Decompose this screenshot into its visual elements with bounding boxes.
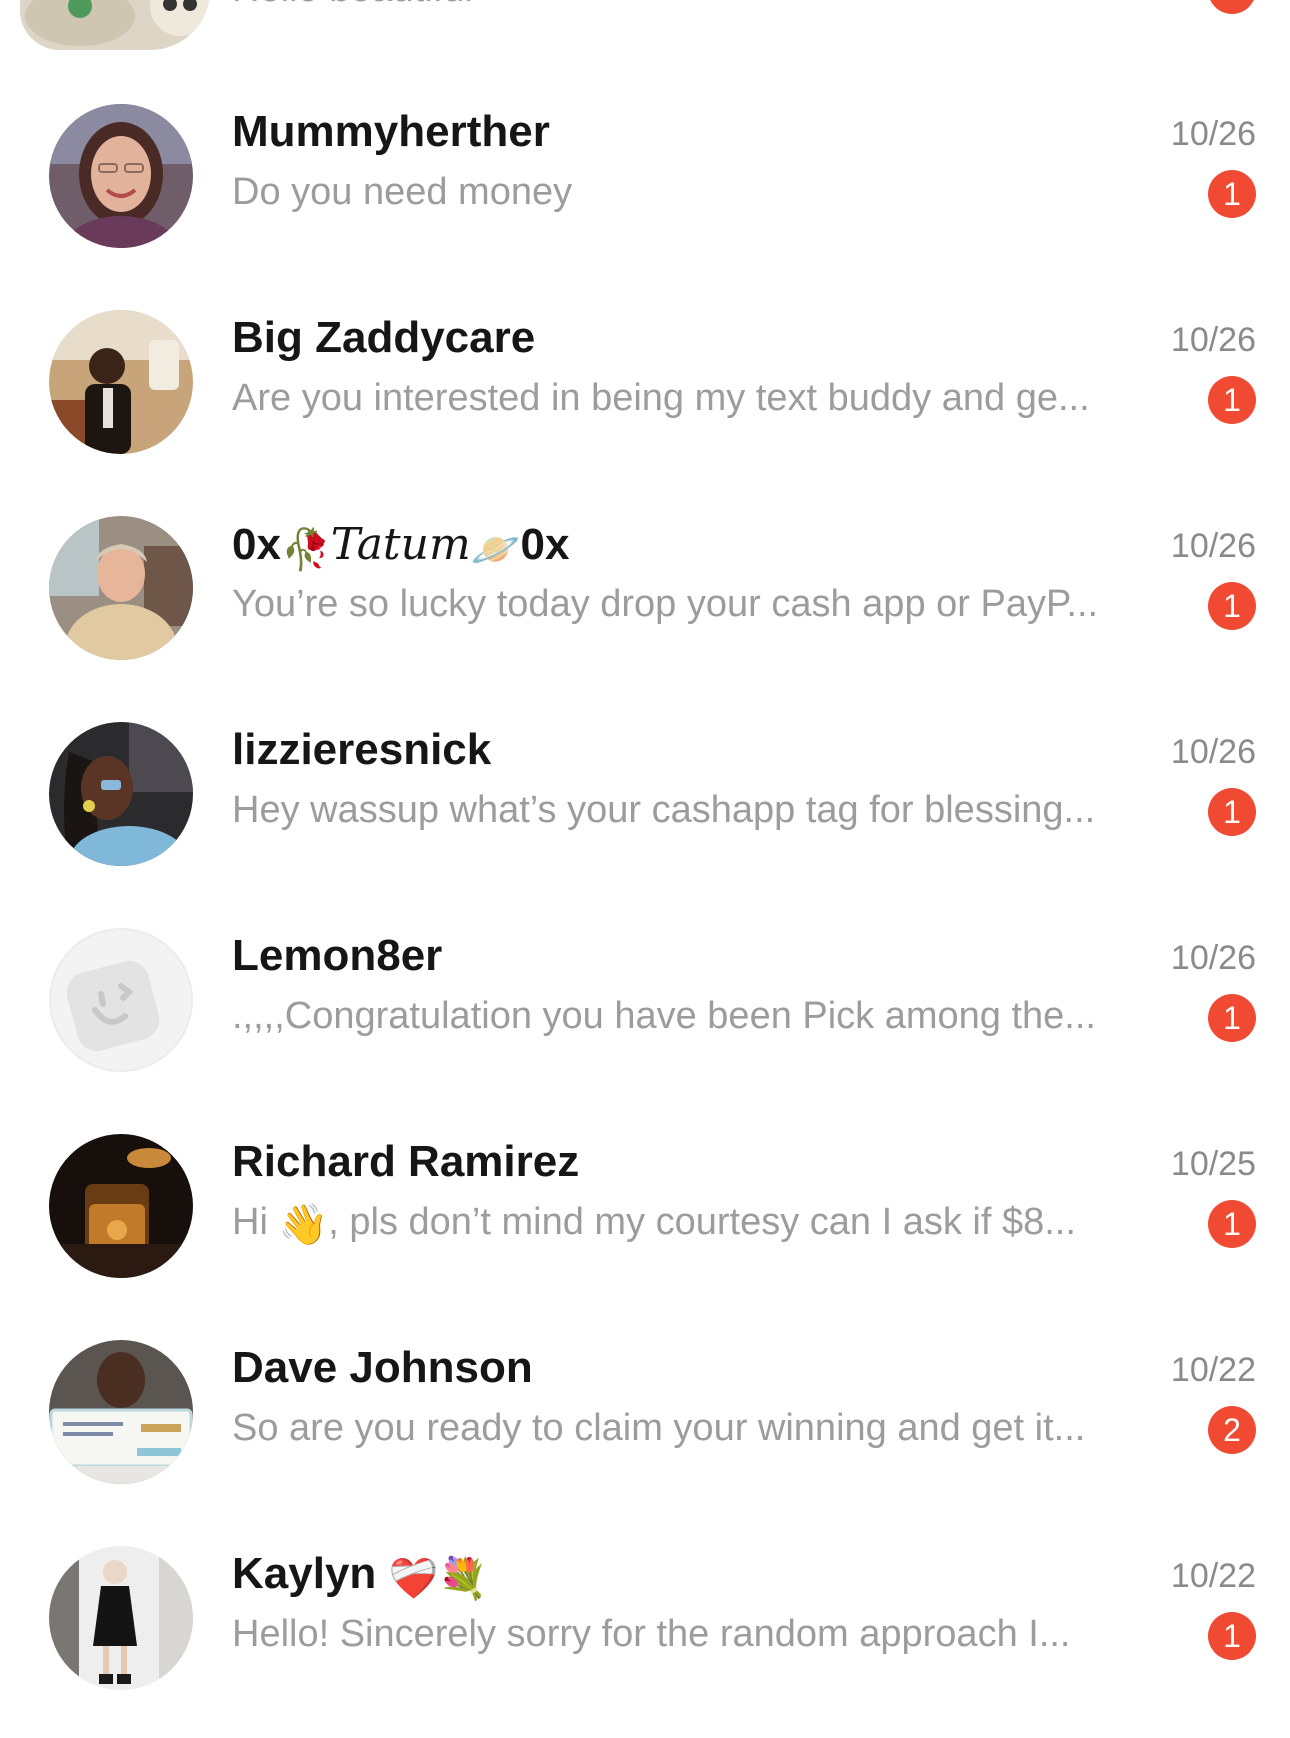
unread-badge: 1 (1208, 1612, 1256, 1660)
unread-badge: 1 (1208, 994, 1256, 1042)
avatar (49, 516, 193, 660)
contact-name: Richard Ramirez (232, 1137, 580, 1186)
planet-icon: 🪐 (470, 528, 521, 572)
message-preview: You’re so lucky today drop your cash app… (232, 583, 1099, 625)
message-date: 10/26 (1170, 115, 1256, 153)
message-date: 10/26 (1170, 733, 1256, 771)
avatar (49, 1134, 193, 1278)
message-preview: So are you ready to claim your winning a… (232, 1407, 1086, 1449)
message-date: 10/25 (1170, 1145, 1256, 1183)
waving-hand-icon: 👋 (278, 1203, 329, 1245)
message-preview: Are you interested in being my text budd… (232, 377, 1090, 419)
message-date: 10/22 (1170, 1351, 1256, 1389)
contact-name: lizzieresnick (232, 725, 492, 774)
message-preview: Hey wassup what’s your cashapp tag for b… (232, 789, 1096, 831)
message-preview: Do you need money (232, 171, 573, 213)
avatar (49, 1340, 193, 1484)
message-preview: .,,,,Congratulation you have been Pick a… (232, 995, 1096, 1037)
rose-icon: 🥀 (280, 528, 331, 572)
message-preview: Hello! Sincerely sorry for the random ap… (232, 1613, 1071, 1655)
contact-name: Kaylyn ❤️‍🩹💐 (232, 1549, 489, 1601)
contact-name: Mummyherther (232, 107, 550, 156)
message-preview: Hi 👋, pls don’t mind my courtesy can I a… (232, 1201, 1076, 1245)
contact-name: Dave Johnson (232, 1343, 533, 1392)
heart-bouquet-icon: ❤️‍🩹💐 (388, 1557, 489, 1601)
avatar (49, 104, 193, 248)
conversation-row[interactable]: Mummyherther 10/26 Do you need money 1 (0, 90, 1290, 296)
conversation-row[interactable]: lizzieresnick 10/26 Hey wassup what’s yo… (0, 708, 1290, 914)
message-date: 10/26 (1170, 939, 1256, 977)
contact-name: Big Zaddycare (232, 313, 536, 362)
conversation-row[interactable]: Kaylyn ❤️‍🩹💐 10/22 Hello! Sincerely sorr… (0, 1532, 1290, 1738)
avatar (49, 1546, 193, 1690)
conversation-row[interactable]: 0x🥀Tatum🪐0x 10/26 You’re so lucky today … (0, 502, 1290, 708)
contact-name: 0x🥀Tatum🪐0x (232, 519, 570, 572)
avatar (20, 0, 210, 50)
conversation-row[interactable]: Big Zaddycare 10/26 Are you interested i… (0, 296, 1290, 502)
unread-badge: 1 (1208, 170, 1256, 218)
unread-badge: 2 (1208, 1406, 1256, 1454)
contact-name: Lemon8er (232, 931, 443, 980)
conversation-list: Hello beautiful Mummyherther 10/26 Do yo… (0, 0, 1290, 1720)
avatar (49, 310, 193, 454)
default-avatar-icon (49, 928, 193, 1072)
message-date: 10/26 (1170, 321, 1256, 359)
unread-badge: 1 (1208, 788, 1256, 836)
conversation-row[interactable]: Lemon8er 10/26 .,,,,Congratulation you h… (0, 914, 1290, 1120)
unread-badge (1208, 0, 1256, 14)
message-preview: Hello beautiful (232, 0, 1172, 11)
message-date: 10/22 (1170, 1557, 1256, 1595)
unread-badge: 1 (1208, 582, 1256, 630)
conversation-row[interactable]: Richard Ramirez 10/25 Hi 👋, pls don’t mi… (0, 1120, 1290, 1326)
unread-badge: 1 (1208, 1200, 1256, 1248)
conversation-row[interactable]: Dave Johnson 10/22 So are you ready to c… (0, 1326, 1290, 1532)
avatar (49, 722, 193, 866)
unread-badge: 1 (1208, 376, 1256, 424)
message-date: 10/26 (1170, 527, 1256, 565)
